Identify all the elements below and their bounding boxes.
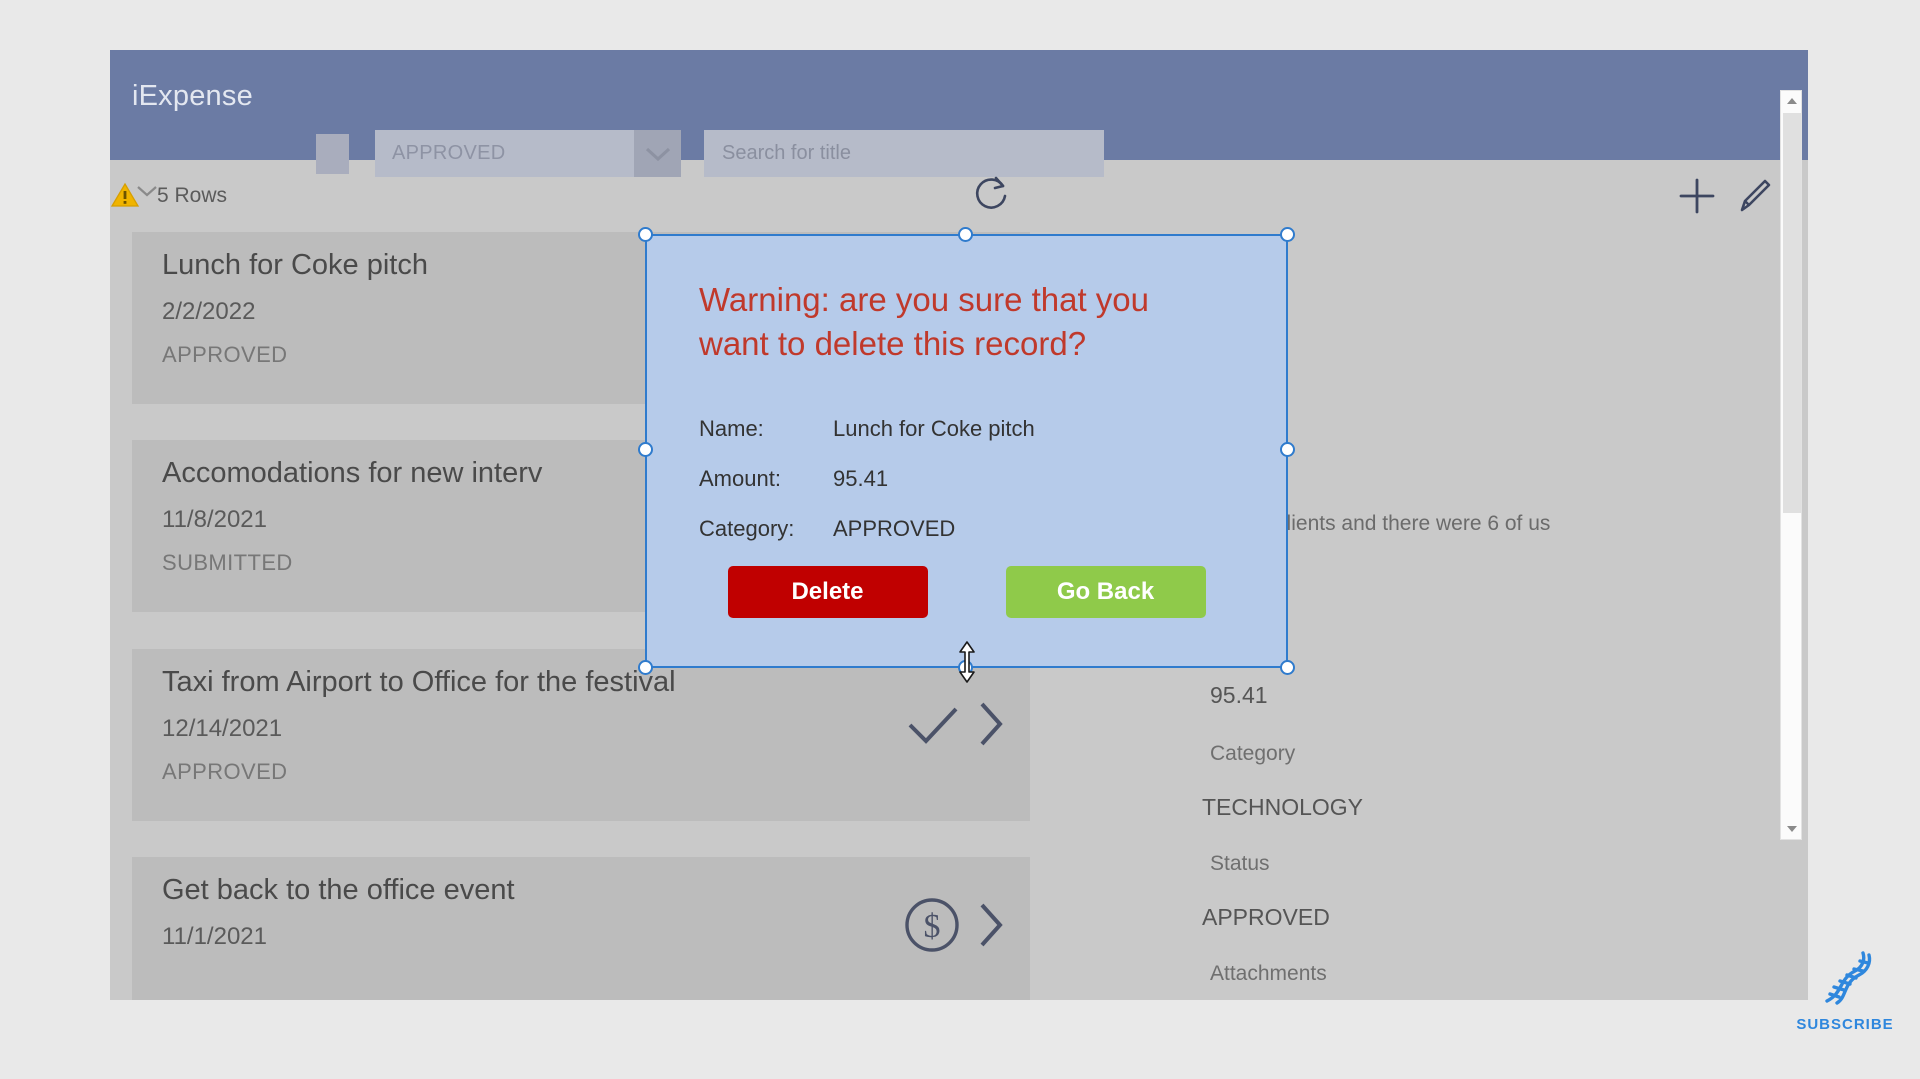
list-item-date: 12/14/2021 — [162, 715, 283, 742]
dialog-category-label: Category: — [699, 516, 795, 541]
dialog-amount-row: Amount: 95.41 — [699, 466, 888, 492]
dialog-name-value: Lunch for Coke pitch — [833, 416, 1035, 441]
scrollbar-thumb[interactable] — [1783, 113, 1801, 513]
resize-handle-middle-left[interactable] — [638, 442, 653, 457]
list-item[interactable]: Taxi from Airport to Office for the fest… — [132, 649, 1030, 821]
resize-handle-top-right[interactable] — [1280, 227, 1295, 242]
dialog-category-row: Category: APPROVED — [699, 516, 955, 542]
resize-handle-bottom-left[interactable] — [638, 660, 653, 675]
list-item-date: 11/1/2021 — [162, 923, 267, 950]
rows-chevron-down-icon[interactable] — [136, 184, 158, 203]
dialog-warning-text: Warning: are you sure that you want to d… — [699, 281, 1150, 362]
resize-handle-middle-right[interactable] — [1280, 442, 1295, 457]
list-item[interactable]: Get back to the office event 11/1/2021 $ — [132, 857, 1030, 1000]
pencil-icon[interactable] — [1732, 174, 1776, 223]
svg-text:$: $ — [924, 908, 941, 945]
vertical-resize-cursor — [956, 641, 978, 688]
list-item-status: APPROVED — [162, 759, 288, 784]
resize-handle-bottom-right[interactable] — [1280, 660, 1295, 675]
list-item-icons — [904, 699, 1006, 754]
list-item-title: Get back to the office event — [162, 874, 515, 906]
subscribe-label: SUBSCRIBE — [1796, 1016, 1894, 1033]
dialog-name-row: Name: Lunch for Coke pitch — [699, 416, 1035, 442]
scroll-up-icon[interactable] — [1781, 91, 1803, 111]
vertical-scrollbar[interactable] — [1780, 90, 1802, 840]
chevron-right-icon[interactable] — [976, 900, 1006, 955]
toolbar: 5 Rows — [110, 160, 1808, 232]
check-icon[interactable] — [904, 701, 962, 752]
list-item-title: Accomodations for new interv — [162, 457, 543, 489]
go-back-button[interactable]: Go Back — [1005, 566, 1206, 618]
rows-count-label: 5 Rows — [157, 184, 228, 207]
refresh-icon[interactable] — [970, 172, 1014, 221]
list-item-status: SUBMITTED — [162, 550, 293, 575]
dialog-amount-value: 95.41 — [833, 466, 889, 491]
delete-button[interactable]: Delete — [727, 566, 928, 618]
app-title: iExpense — [132, 80, 253, 112]
delete-confirmation-dialog[interactable]: Warning: are you sure that you want to d… — [638, 227, 1295, 683]
dollar-circle-icon[interactable]: $ — [902, 895, 962, 960]
detail-status-label: Status — [1210, 852, 1270, 875]
list-item-icons: $ — [902, 895, 1006, 960]
app-header: iExpense APPROVED Search for title — [110, 50, 1808, 177]
dialog-name-label: Name: — [699, 416, 764, 441]
detail-amount-value: 95.41 — [1210, 682, 1268, 708]
list-item-title: Lunch for Coke pitch — [162, 249, 428, 281]
chevron-right-icon[interactable] — [976, 699, 1006, 754]
subscribe-watermark: SUBSCRIBE — [1790, 945, 1900, 1033]
detail-attachments-label: Attachments — [1210, 962, 1327, 985]
dna-helix-icon — [1825, 951, 1872, 1005]
detail-status-value: APPROVED — [1202, 904, 1330, 930]
list-item-date: 2/2/2022 — [162, 298, 256, 325]
dialog-category-value: APPROVED — [833, 516, 956, 541]
detail-category-label: Category — [1210, 742, 1296, 765]
scroll-down-icon[interactable] — [1781, 819, 1803, 839]
list-item-date: 11/8/2021 — [162, 506, 267, 533]
dialog-button-row: Delete Go Back — [647, 566, 1286, 618]
list-item-status: APPROVED — [162, 342, 288, 367]
resize-handle-top-left[interactable] — [638, 227, 653, 242]
resize-handle-top-center[interactable] — [957, 227, 973, 242]
plus-icon[interactable] — [1675, 174, 1719, 223]
dialog-amount-label: Amount: — [699, 466, 781, 491]
list-item-title: Taxi from Airport to Office for the fest… — [162, 666, 676, 698]
detail-category-value: TECHNOLOGY — [1202, 794, 1364, 820]
screen: iExpense APPROVED Search for title 5 Row… — [0, 0, 1920, 1079]
